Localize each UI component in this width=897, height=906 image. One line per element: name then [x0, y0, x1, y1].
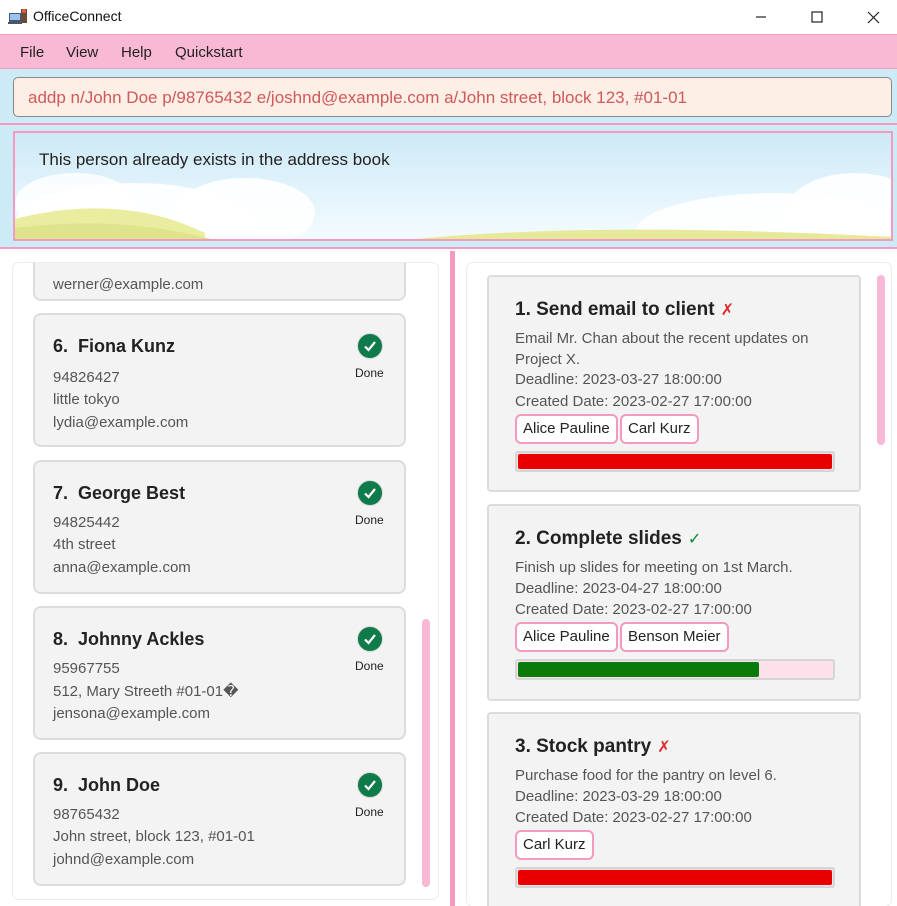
- command-area: addp n/John Doe p/98765432 e/joshnd@exam…: [0, 69, 897, 125]
- task-description: Finish up slides for meeting on 1st Marc…: [515, 559, 793, 576]
- title-bar: OfficeConnect: [0, 0, 897, 34]
- minimize-icon: [756, 16, 766, 18]
- person-name: 8. Johnny Ackles: [53, 629, 205, 649]
- person-address: John street, block 123, #01-01: [53, 828, 255, 845]
- person-card[interactable]: 7. George Best 94825442 4th street anna@…: [33, 460, 406, 594]
- maximize-button[interactable]: [789, 0, 845, 34]
- done-check-icon: [357, 333, 383, 359]
- done-check-icon: [357, 480, 383, 506]
- task-card[interactable]: 2. Complete slides ✓ Finish up slides for…: [487, 504, 861, 701]
- done-check-icon: [357, 772, 383, 798]
- task-created-date: Created Date: 2023-02-27 17:00:00: [515, 601, 752, 618]
- task-title: 1. Send email to client ✗: [515, 299, 734, 320]
- person-email: johnd@example.com: [53, 851, 195, 868]
- task-deadline: Deadline: 2023-03-29 18:00:00: [515, 788, 722, 805]
- person-phone: 94826427: [53, 369, 120, 386]
- task-card[interactable]: 1. Send email to client ✗ Email Mr. Chan …: [487, 275, 861, 492]
- person-list-scrollbar[interactable]: [422, 619, 430, 887]
- menu-bar: File View Help Quickstart: [0, 34, 897, 69]
- command-input-text: addp n/John Doe p/98765432 e/joshnd@exam…: [28, 88, 687, 107]
- person-name: 9. John Doe: [53, 775, 161, 795]
- person-phone: 98765432: [53, 806, 120, 823]
- person-card[interactable]: werner@example.com: [33, 263, 406, 301]
- task-deadline: Deadline: 2023-04-27 18:00:00: [515, 580, 722, 597]
- task-deadline: Deadline: 2023-03-27 18:00:00: [515, 371, 722, 388]
- menu-quickstart[interactable]: Quickstart: [175, 44, 243, 61]
- task-progress-fill: [518, 662, 760, 677]
- task-progress-fill: [518, 454, 832, 469]
- task-progress-bar: [515, 451, 835, 472]
- person-name: 7. George Best: [53, 483, 186, 503]
- task-card[interactable]: 3. Stock pantry ✗ Purchase food for the p…: [487, 712, 861, 906]
- menu-file[interactable]: File: [20, 44, 44, 61]
- incomplete-icon: ✗: [657, 739, 671, 756]
- person-email: jensona@example.com: [53, 705, 210, 722]
- person-email: lydia@example.com: [53, 414, 189, 431]
- person-card[interactable]: 8. Johnny Ackles 95967755 512, Mary Stre…: [33, 606, 406, 740]
- person-address: 512, Mary Streeth #01-01�: [53, 683, 239, 700]
- task-created-date: Created Date: 2023-02-27 17:00:00: [515, 393, 752, 410]
- result-display: This person already exists in the addres…: [13, 131, 893, 241]
- menu-view[interactable]: View: [66, 44, 98, 61]
- person-address: little tokyo: [53, 391, 120, 408]
- person-address: 4th street: [53, 536, 116, 553]
- task-description: Purchase food for the pantry on level 6.: [515, 767, 777, 784]
- task-list[interactable]: 1. Send email to client ✗ Email Mr. Chan …: [467, 263, 891, 906]
- task-tag: Alice Pauline: [515, 414, 618, 444]
- complete-icon: ✓: [687, 531, 702, 548]
- close-button[interactable]: [845, 0, 897, 34]
- menu-help[interactable]: Help: [121, 44, 152, 61]
- status-label: Done: [355, 805, 384, 819]
- panel-divider[interactable]: [450, 251, 455, 906]
- minimize-button[interactable]: [733, 0, 789, 34]
- status-label: Done: [355, 659, 384, 673]
- person-phone: 95967755: [53, 660, 120, 677]
- maximize-icon: [811, 11, 823, 23]
- task-title: 3. Stock pantry ✗: [515, 736, 671, 757]
- task-tag: Benson Meier: [620, 622, 729, 652]
- done-check-icon: [357, 626, 383, 652]
- person-email: werner@example.com: [53, 276, 204, 293]
- status-label: Done: [355, 366, 384, 380]
- person-card[interactable]: 9. John Doe 98765432 John street, block …: [33, 752, 406, 886]
- person-email: anna@example.com: [53, 559, 191, 576]
- task-tag: Carl Kurz: [620, 414, 699, 444]
- task-created-date: Created Date: 2023-02-27 17:00:00: [515, 809, 752, 826]
- app-icon: [8, 9, 27, 24]
- result-area: This person already exists in the addres…: [0, 125, 897, 249]
- task-tag: Alice Pauline: [515, 622, 618, 652]
- person-name: 6. Fiona Kunz: [53, 336, 176, 356]
- task-tag: Carl Kurz: [515, 830, 594, 860]
- window-title: OfficeConnect: [33, 8, 122, 24]
- task-list-scrollbar[interactable]: [877, 275, 885, 445]
- task-progress-fill: [518, 870, 832, 885]
- close-icon: [867, 11, 879, 23]
- command-input[interactable]: addp n/John Doe p/98765432 e/joshnd@exam…: [13, 77, 892, 117]
- person-card[interactable]: 6. Fiona Kunz 94826427 little tokyo lydi…: [33, 313, 406, 447]
- task-progress-bar: [515, 867, 835, 888]
- task-progress-bar: [515, 659, 835, 680]
- task-title: 2. Complete slides ✓: [515, 528, 702, 549]
- person-phone: 94825442: [53, 514, 120, 531]
- incomplete-icon: ✗: [720, 302, 734, 319]
- status-label: Done: [355, 513, 384, 527]
- person-list[interactable]: werner@example.com 6. Fiona Kunz 9482642…: [13, 263, 438, 899]
- result-message: This person already exists in the addres…: [39, 150, 390, 169]
- task-description: Email Mr. Chan about the recent updates …: [515, 330, 809, 368]
